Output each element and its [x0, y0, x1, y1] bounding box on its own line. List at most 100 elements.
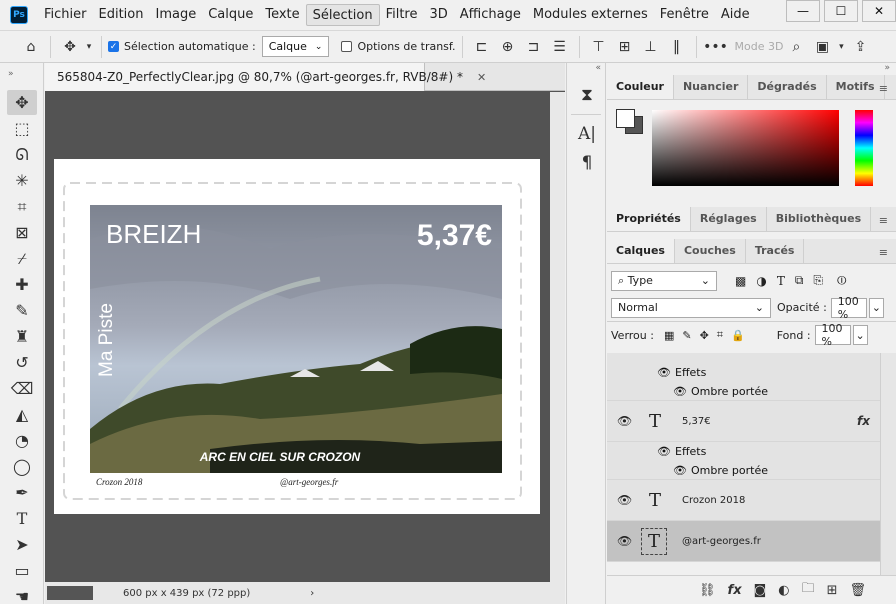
more-options-icon[interactable]: •••: [703, 34, 729, 60]
frame-tool-icon[interactable]: ⊠: [7, 220, 37, 245]
eraser-tool-icon[interactable]: ⌫: [7, 376, 37, 401]
vertical-scrollbar[interactable]: [550, 92, 565, 582]
adjustment-layer-icon[interactable]: ◐: [778, 583, 789, 598]
chevron-down-icon[interactable]: ⌄: [868, 297, 884, 318]
menu-calque[interactable]: Calque: [202, 4, 259, 26]
blend-mode-dropdown[interactable]: Normal ⌄: [611, 297, 771, 318]
filter-smart-object-icon[interactable]: ⎘: [813, 273, 823, 288]
stamp-tool-icon[interactable]: ♜: [7, 324, 37, 349]
home-icon[interactable]: ⌂: [18, 34, 44, 60]
chevron-down-icon[interactable]: ▾: [83, 34, 95, 60]
hand-tool-icon[interactable]: ☚: [7, 584, 37, 604]
canvas[interactable]: BREIZH 5,37€ Ma Piste ARC EN CIEL SUR CR…: [54, 159, 540, 514]
document-tab[interactable]: 565804-Z0_PerfectlyClear.jpg @ 80,7% (@a…: [45, 63, 486, 91]
close-button[interactable]: ✕: [862, 0, 896, 22]
chevron-down-icon[interactable]: ⌄: [852, 325, 868, 345]
collapse-icon[interactable]: »: [607, 63, 896, 75]
blur-tool-icon[interactable]: ◔: [7, 428, 37, 453]
menu-3d[interactable]: 3D: [424, 4, 454, 26]
layer-effects-row[interactable]: 👁 Effets: [607, 363, 880, 382]
menu-fenetre[interactable]: Fenêtre: [654, 4, 715, 26]
paragraph-panel-icon[interactable]: ¶: [573, 150, 601, 176]
panel-menu-icon[interactable]: ≡: [879, 214, 888, 227]
zoom-field[interactable]: [47, 586, 93, 600]
crop-tool-icon[interactable]: ⌗: [7, 194, 37, 219]
lock-all-icon[interactable]: 🔒: [731, 329, 745, 342]
chevron-down-icon[interactable]: ▾: [835, 34, 847, 60]
lock-position-icon[interactable]: ✥: [700, 329, 709, 342]
brush-tool-icon[interactable]: ✎: [7, 298, 37, 323]
fx-icon[interactable]: fx: [728, 583, 742, 598]
trash-icon[interactable]: 🗑: [849, 583, 866, 598]
align-bottom-icon[interactable]: ⊥: [638, 34, 664, 60]
lock-artboard-icon[interactable]: ⌗: [717, 328, 723, 342]
history-panel-icon[interactable]: ⧗: [573, 82, 601, 108]
new-layer-icon[interactable]: ⊞: [827, 583, 838, 598]
tab-nuancier[interactable]: Nuancier: [674, 75, 749, 99]
layer-credit[interactable]: 👁 T @art-georges.fr: [607, 521, 880, 562]
new-group-icon[interactable]: 🗀: [802, 579, 815, 601]
transform-options-checkbox[interactable]: Options de transf.: [341, 40, 456, 53]
tab-traces[interactable]: Tracés: [746, 239, 805, 263]
layer-price[interactable]: 👁 T 5,37€ fx: [607, 401, 880, 442]
collapse-icon[interactable]: «: [567, 63, 605, 79]
magic-wand-tool-icon[interactable]: ✳: [7, 168, 37, 193]
pen-tool-icon[interactable]: ✒: [7, 480, 37, 505]
menu-modules-externes[interactable]: Modules externes: [527, 4, 654, 26]
marquee-tool-icon[interactable]: ⬚: [7, 116, 37, 141]
search-icon[interactable]: ⌕: [783, 34, 809, 60]
menu-affichage[interactable]: Affichage: [454, 4, 527, 26]
tab-couches[interactable]: Couches: [675, 239, 746, 263]
layer-effect-shadow-row[interactable]: 👁 Ombre portée: [607, 461, 880, 480]
distribute-h-icon[interactable]: ☰: [547, 34, 573, 60]
layers-scrollbar[interactable]: [880, 353, 896, 575]
maximize-button[interactable]: ☐: [824, 0, 858, 22]
history-brush-tool-icon[interactable]: ↺: [7, 350, 37, 375]
fx-icon[interactable]: fx: [857, 414, 870, 428]
layer-crozon[interactable]: 👁 T Crozon 2018: [607, 480, 880, 521]
move-tool-icon[interactable]: ✥: [57, 34, 83, 60]
align-top-icon[interactable]: ⊤: [586, 34, 612, 60]
distribute-v-icon[interactable]: ‖: [664, 34, 690, 60]
menu-texte[interactable]: Texte: [259, 4, 305, 26]
filter-adjustment-icon[interactable]: ◑: [756, 274, 766, 288]
tab-bibliotheques[interactable]: Bibliothèques: [767, 207, 872, 231]
link-layers-icon[interactable]: ⛓: [699, 583, 716, 598]
layer-effects-row[interactable]: 👁 Effets: [607, 442, 880, 461]
lock-image-icon[interactable]: ✎: [682, 329, 691, 342]
healing-brush-tool-icon[interactable]: ✚: [7, 272, 37, 297]
menu-fichier[interactable]: Fichier: [38, 4, 93, 26]
dodge-tool-icon[interactable]: ◯: [7, 454, 37, 479]
layer-effect-shadow-row[interactable]: 👁 Ombre portée: [607, 382, 880, 401]
share-icon[interactable]: ⇪: [847, 34, 873, 60]
workspace-icon[interactable]: ▣: [809, 34, 835, 60]
paint-bucket-tool-icon[interactable]: ◭: [7, 402, 37, 427]
hue-slider[interactable]: [855, 110, 873, 186]
rectangle-tool-icon[interactable]: ▭: [7, 558, 37, 583]
eye-icon[interactable]: 👁: [617, 493, 632, 507]
filter-pixel-icon[interactable]: ▩: [735, 274, 746, 288]
filter-toggle-icon[interactable]: ⏼: [837, 273, 847, 288]
lasso-tool-icon[interactable]: ᘏ: [7, 142, 37, 167]
menu-selection[interactable]: Sélection: [305, 4, 380, 26]
align-left-icon[interactable]: ⊏: [469, 34, 495, 60]
lock-transparency-icon[interactable]: ▦: [664, 329, 674, 342]
chevron-right-icon[interactable]: ›: [310, 588, 314, 599]
eye-icon[interactable]: 👁: [673, 385, 687, 398]
layer-filter-dropdown[interactable]: ⌕ Type ⌄: [611, 270, 717, 291]
eye-icon[interactable]: 👁: [657, 445, 671, 458]
menu-aide[interactable]: Aide: [715, 4, 756, 26]
tab-proprietes[interactable]: Propriétés: [607, 207, 691, 231]
move-tool-icon[interactable]: ✥: [7, 90, 37, 115]
tab-couleur[interactable]: Couleur: [607, 75, 674, 99]
menu-filtre[interactable]: Filtre: [380, 4, 424, 26]
color-picker-field[interactable]: [652, 110, 839, 186]
foreground-color-swatch[interactable]: [616, 109, 635, 128]
filter-shape-icon[interactable]: ⧉: [795, 273, 804, 288]
minimize-button[interactable]: —: [786, 0, 820, 22]
tab-reglages[interactable]: Réglages: [691, 207, 767, 231]
align-middle-icon[interactable]: ⊞: [612, 34, 638, 60]
path-selection-tool-icon[interactable]: ➤: [7, 532, 37, 557]
eye-icon[interactable]: 👁: [673, 464, 687, 477]
character-panel-icon[interactable]: A|: [573, 121, 601, 147]
